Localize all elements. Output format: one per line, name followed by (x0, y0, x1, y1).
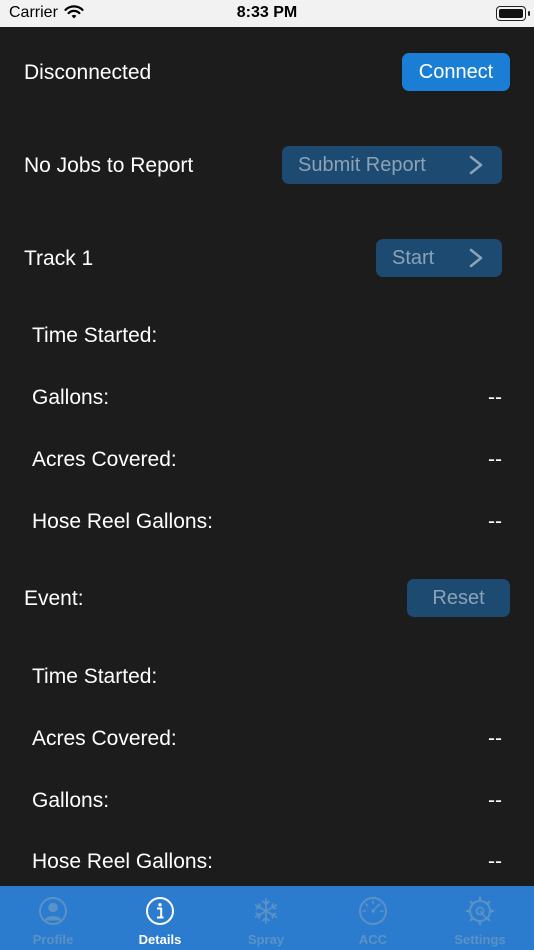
event-gallons-label: Gallons: (32, 789, 110, 812)
status-bar: Carrier 8:33 PM (0, 0, 534, 27)
event-hose-reel-gallons-value: -- (488, 850, 502, 873)
info-circle-icon (146, 897, 174, 925)
clock: 8:33 PM (236, 4, 298, 21)
snowflake-icon (254, 898, 278, 924)
track-gallons-value: -- (488, 386, 502, 409)
tab-profile-label: Profile (32, 932, 74, 947)
person-circle-icon (39, 897, 67, 925)
tab-acc-label: ACC (358, 932, 388, 947)
tab-details-label: Details (138, 932, 182, 947)
reset-event-button-label: Reset (432, 586, 485, 609)
track-hose-reel-gallons-label: Hose Reel Gallons: (32, 510, 213, 533)
track-hose-reel-gallons-value: -- (488, 510, 502, 533)
tab-bar: Profile Details Spray ACC Settings (0, 886, 534, 950)
gear-icon (465, 896, 495, 926)
battery-icon (496, 6, 530, 21)
submit-report-button-label: Submit Report (298, 153, 426, 176)
track-acres-covered-label: Acres Covered: (32, 448, 177, 471)
tab-spray-label: Spray (247, 932, 285, 947)
start-track-button[interactable]: Start (376, 239, 502, 277)
submit-report-button[interactable]: Submit Report (282, 146, 502, 184)
connect-button-label: Connect (418, 60, 494, 83)
track-title: Track 1 (24, 247, 94, 270)
tab-details[interactable]: Details (107, 886, 213, 950)
tab-settings-label: Settings (454, 932, 506, 947)
event-acres-covered-value: -- (488, 727, 502, 750)
connect-button[interactable]: Connect (402, 53, 510, 91)
connection-status: Disconnected (24, 61, 152, 84)
reset-event-button[interactable]: Reset (407, 579, 510, 617)
start-track-button-label: Start (392, 246, 435, 269)
event-hose-reel-gallons-label: Hose Reel Gallons: (32, 850, 213, 873)
chevron-right-icon (469, 248, 483, 268)
tab-profile[interactable]: Profile (0, 886, 106, 950)
event-gallons-value: -- (488, 789, 502, 812)
chevron-right-icon (469, 155, 483, 175)
track-acres-covered-value: -- (488, 448, 502, 471)
event-time-started-label: Time Started: (32, 665, 158, 688)
details-content: Disconnected Connect No Jobs to Report S… (0, 27, 534, 886)
tab-spray[interactable]: Spray (213, 886, 319, 950)
tab-settings[interactable]: Settings (427, 886, 533, 950)
gauge-icon (359, 897, 387, 925)
report-status: No Jobs to Report (24, 154, 194, 177)
track-time-started-label: Time Started: (32, 324, 158, 347)
event-title: Event: (24, 587, 84, 610)
tab-acc[interactable]: ACC (320, 886, 426, 950)
track-gallons-label: Gallons: (32, 386, 110, 409)
event-acres-covered-label: Acres Covered: (32, 727, 177, 750)
